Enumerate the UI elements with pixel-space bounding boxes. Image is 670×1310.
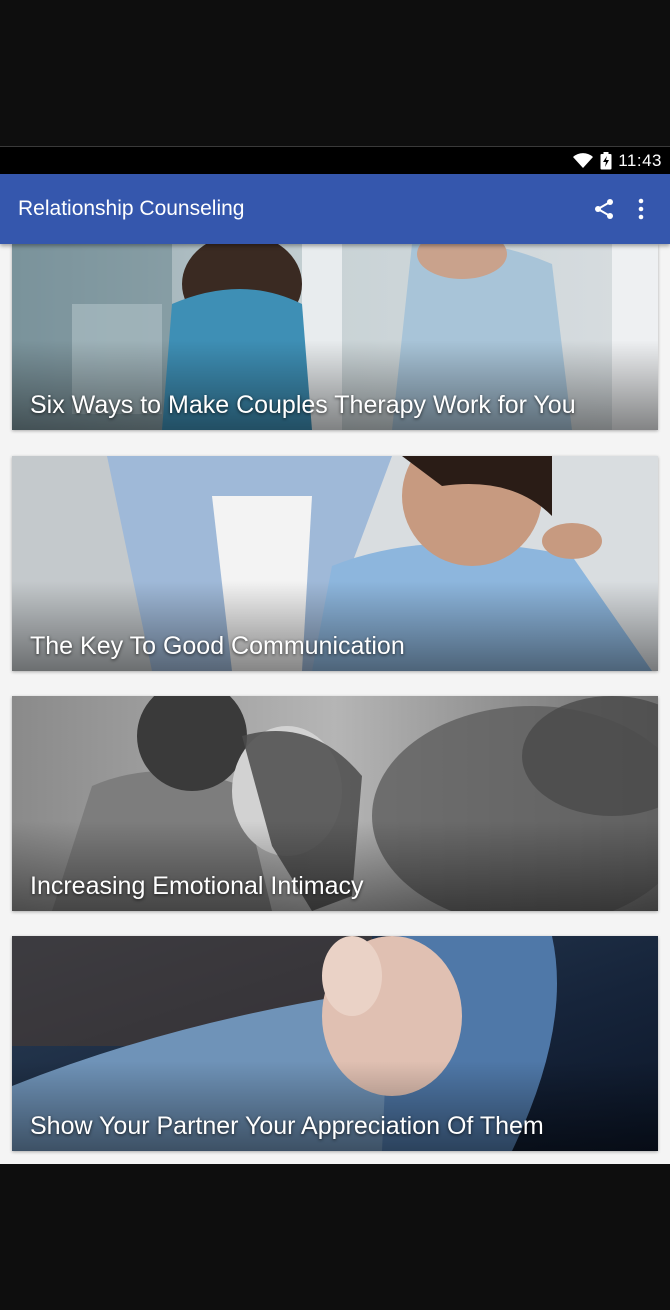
screen-top-margin bbox=[0, 0, 670, 146]
status-bar: 11:43 bbox=[0, 146, 670, 174]
article-title: The Key To Good Communication bbox=[30, 632, 405, 660]
article-card[interactable]: Increasing Emotional Intimacy bbox=[12, 696, 658, 911]
article-card[interactable]: Show Your Partner Your Appreciation Of T… bbox=[12, 936, 658, 1151]
status-time: 11:43 bbox=[618, 150, 662, 170]
article-title: Six Ways to Make Couples Therapy Work fo… bbox=[30, 391, 576, 419]
article-list[interactable]: Six Ways to Make Couples Therapy Work fo… bbox=[0, 244, 670, 1164]
article-title: Show Your Partner Your Appreciation Of T… bbox=[30, 1112, 544, 1140]
app-bar: Relationship Counseling bbox=[0, 174, 670, 244]
overflow-menu-icon[interactable] bbox=[638, 198, 644, 220]
article-title: Increasing Emotional Intimacy bbox=[30, 872, 364, 900]
wifi-icon bbox=[572, 152, 594, 169]
article-card[interactable]: Six Ways to Make Couples Therapy Work fo… bbox=[12, 244, 658, 430]
battery-icon bbox=[600, 151, 612, 170]
app-bar-actions bbox=[592, 197, 670, 221]
share-icon[interactable] bbox=[592, 197, 616, 221]
article-card[interactable]: The Key To Good Communication bbox=[12, 456, 658, 671]
app-title: Relationship Counseling bbox=[18, 197, 245, 220]
screen-bottom-margin bbox=[0, 1164, 670, 1310]
